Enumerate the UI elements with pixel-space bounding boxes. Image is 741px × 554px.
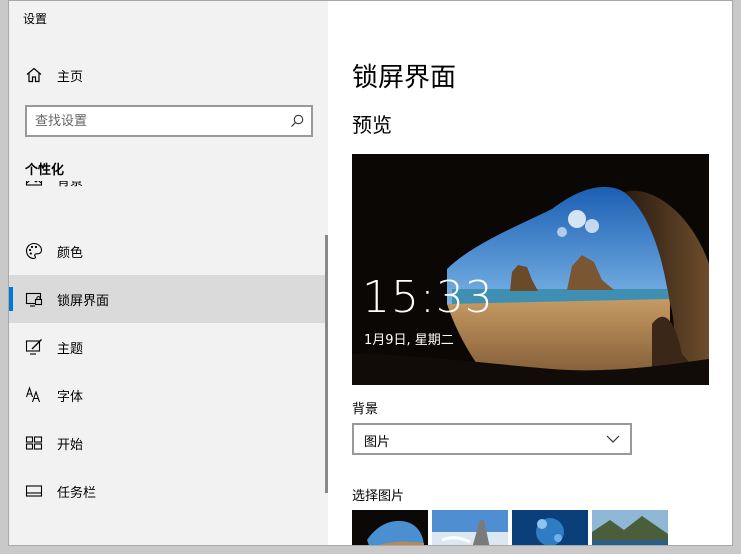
home-nav-item[interactable]: 主页 [9, 53, 328, 97]
sidebar-item-label: 主题 [57, 342, 84, 357]
section-title: 个性化 [25, 163, 65, 178]
preview-clock: 15:33 [362, 272, 494, 323]
lockscreen-preview: 15:33 1月9日, 星期二 [352, 154, 709, 385]
active-indicator [9, 287, 13, 311]
chevron-down-icon [606, 435, 620, 443]
sidebar-item-lockscreen[interactable]: 锁屏界面 [9, 275, 326, 323]
background-dropdown-value: 图片 [364, 435, 391, 450]
picture-thumbnail[interactable] [512, 510, 588, 545]
sidebar-item-label: 字体 [57, 390, 84, 405]
taskbar-icon [25, 482, 43, 500]
search-input[interactable] [35, 112, 275, 130]
preview-heading: 预览 [352, 113, 392, 137]
start-icon [25, 434, 43, 452]
palette-icon [25, 242, 43, 260]
sidebar-item-label: 颜色 [57, 246, 84, 261]
page-title: 锁屏界面 [352, 63, 457, 93]
sidebar-item-themes[interactable]: 主题 [9, 323, 326, 371]
preview-date: 1月9日, 星期二 [364, 333, 454, 348]
sidebar-item-colors[interactable]: 颜色 [9, 227, 326, 275]
sidebar-item-background[interactable]: 背景 [9, 181, 326, 203]
picture-thumbnail[interactable] [352, 510, 428, 545]
sidebar-nav: 背景 颜色 锁屏界面 主题 字体 开始 任务栏 [9, 181, 328, 545]
home-icon [25, 66, 43, 84]
font-icon [25, 386, 43, 404]
sidebar-item-label: 任务栏 [57, 486, 97, 501]
choose-picture-label: 选择图片 [352, 489, 405, 504]
picture-thumbnail[interactable] [592, 510, 668, 545]
window-title: 设置 [23, 12, 48, 26]
lockscreen-icon [25, 290, 43, 308]
sidebar-item-taskbar[interactable]: 任务栏 [9, 467, 326, 515]
sidebar-item-label: 锁屏界面 [57, 294, 110, 309]
picture-thumbnail[interactable] [432, 510, 508, 545]
picture-icon [25, 181, 43, 188]
sidebar-item-fonts[interactable]: 字体 [9, 371, 326, 419]
home-label: 主页 [57, 70, 84, 85]
search-icon[interactable] [289, 113, 305, 129]
settings-window: 设置 主页 个性化 背景 [8, 0, 733, 546]
sidebar: 设置 主页 个性化 背景 [9, 1, 328, 545]
sidebar-item-label: 开始 [57, 438, 84, 453]
background-label: 背景 [352, 402, 379, 417]
sidebar-item-label: 背景 [57, 181, 84, 189]
main-content: 锁屏界面 预览 15:33 1月9日, 星期二 背景 图片 选择图片 [328, 1, 732, 545]
sidebar-item-start[interactable]: 开始 [9, 419, 326, 467]
background-dropdown[interactable]: 图片 [352, 423, 632, 455]
lockscreen-image [352, 154, 709, 385]
search-box[interactable] [25, 105, 313, 137]
theme-icon [25, 338, 43, 356]
